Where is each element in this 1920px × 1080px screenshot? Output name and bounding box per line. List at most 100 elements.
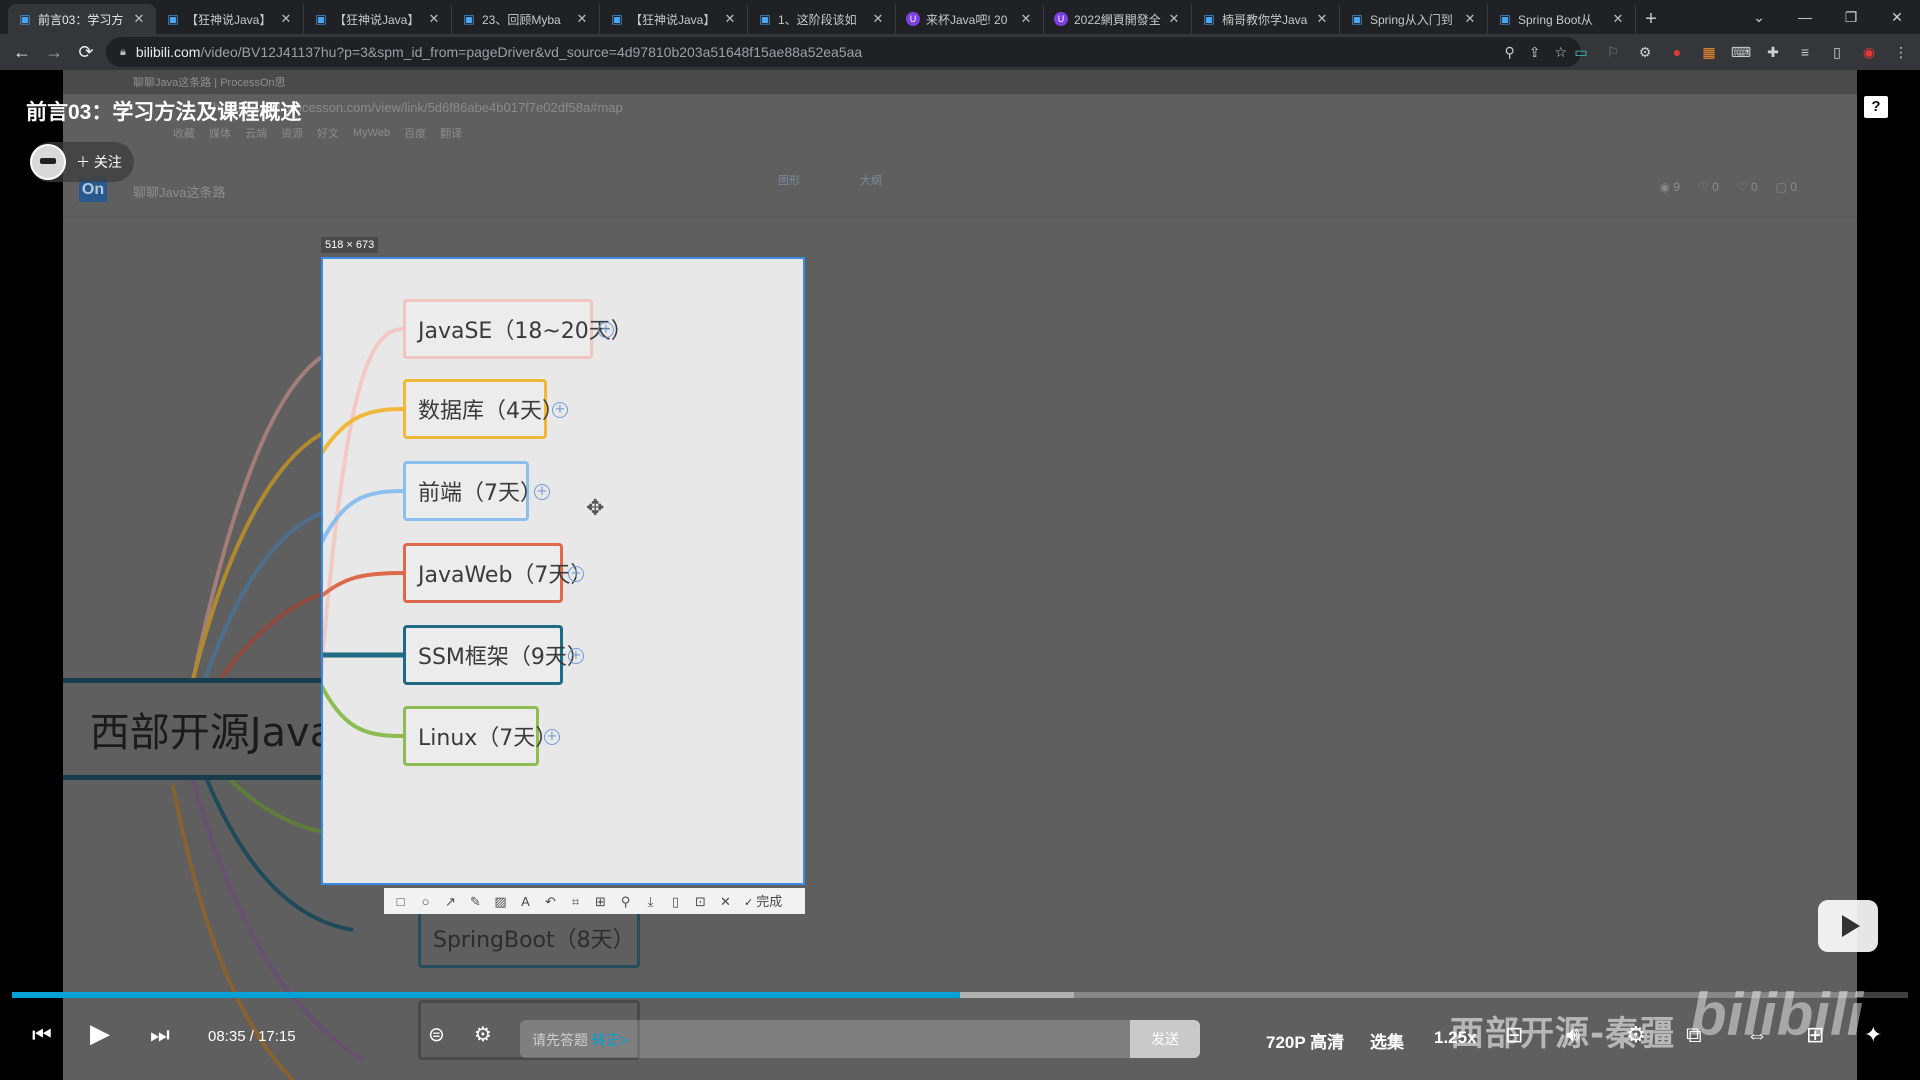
browser-tab[interactable]: ▣ Spring Boot从 ✕ <box>1488 4 1636 34</box>
rect-tool-icon[interactable]: □ <box>390 891 411 912</box>
undo-icon[interactable]: ↶ <box>540 891 561 912</box>
tab-close-icon[interactable]: ✕ <box>132 11 146 27</box>
browser-tab[interactable]: ▣ 【狂神说Java】 ✕ <box>600 4 748 34</box>
tab-title: 前言03：学习方 <box>38 12 124 27</box>
browser-tab[interactable]: ▣ 楠哥教你学Java ✕ <box>1192 4 1340 34</box>
playlist-icon[interactable]: ≡ <box>1794 41 1816 63</box>
tab-close-icon[interactable]: ✕ <box>1019 11 1033 27</box>
text-tool-icon[interactable]: A <box>515 891 536 912</box>
danmaku-input[interactable]: 请先答题 转正> 发送 <box>520 1020 1200 1058</box>
avatar[interactable] <box>30 144 66 180</box>
tab-close-icon[interactable]: ✕ <box>279 11 293 27</box>
video-player[interactable]: 聊聊Java这条路 | ProcessOn思 https://www.proce… <box>0 70 1920 1080</box>
mosaic-tool-icon[interactable]: ▨ <box>490 891 511 912</box>
red-extension-icon[interactable]: ● <box>1666 41 1688 63</box>
tab-close-icon[interactable]: ✕ <box>1463 11 1477 27</box>
browser-tab[interactable]: ▣ 前言03：学习方 ✕ <box>8 4 156 34</box>
mindmap-node[interactable]: JavaSE（18~20天） + <box>403 299 633 359</box>
mindmap-node[interactable]: SSM框架（9天） + <box>403 625 589 685</box>
browser-tab[interactable]: U 2022網頁開發全 ✕ <box>1044 4 1192 34</box>
minimize-button[interactable]: — <box>1782 0 1828 34</box>
tab-close-icon[interactable]: ✕ <box>723 11 737 27</box>
new-tab-button[interactable]: + <box>1636 4 1666 34</box>
arrow-tool-icon[interactable]: ↗ <box>440 891 461 912</box>
cancel-icon[interactable]: ✕ <box>715 891 736 912</box>
menu-icon[interactable]: ⋮ <box>1890 41 1912 63</box>
mindmap-node[interactable]: Linux（7天） + <box>403 706 560 766</box>
help-icon[interactable]: ? <box>1864 96 1888 118</box>
profile-avatar-icon[interactable]: ◉ <box>1858 41 1880 63</box>
grid-extension-icon[interactable]: ▦ <box>1698 41 1720 63</box>
tab-close-icon[interactable]: ✕ <box>575 11 589 27</box>
uploader-chip[interactable]: ＋ 关注 <box>30 142 134 182</box>
expand-node-icon[interactable]: + <box>552 402 568 418</box>
next-icon[interactable]: ⏭ <box>150 1022 170 1048</box>
cast-icon[interactable]: ▭ <box>1570 41 1592 63</box>
ellipse-tool-icon[interactable]: ○ <box>415 891 436 912</box>
tab-close-icon[interactable]: ✕ <box>1167 11 1181 27</box>
back-button[interactable]: ← <box>6 36 38 68</box>
expand-node-icon[interactable]: + <box>568 648 584 664</box>
sidepanel-icon[interactable]: ▯ <box>1826 41 1848 63</box>
time-display: 08:35 / 17:15 <box>208 1028 296 1045</box>
puzzle-icon[interactable]: ✚ <box>1762 41 1784 63</box>
progress-bar[interactable] <box>12 992 1908 998</box>
mindmap-node[interactable]: JavaWeb（7天） + <box>403 543 592 603</box>
browser-tab[interactable]: ▣ 23、回顾Myba ✕ <box>452 4 600 34</box>
danmaku-link[interactable]: 转正> <box>592 1032 628 1048</box>
browser-tab[interactable]: ▣ Spring从入门到 ✕ <box>1340 4 1488 34</box>
tab-close-icon[interactable]: ✕ <box>427 11 441 27</box>
ocr-tool-icon[interactable]: ⊞ <box>590 891 611 912</box>
restore-button[interactable]: ❐ <box>1828 0 1874 34</box>
danmaku-toggle-icon[interactable]: ⊜ <box>428 1022 445 1047</box>
share-icon[interactable]: ⇪ <box>1529 44 1541 61</box>
speed-button[interactable]: 1.25x <box>1434 1028 1477 1048</box>
crop-tool-icon[interactable]: ⌗ <box>565 891 586 912</box>
subtitle-icon[interactable]: ⊟ <box>1505 1022 1523 1048</box>
quality-button[interactable]: 720P 高清 <box>1266 1028 1344 1053</box>
browser-tab[interactable]: U 来杯Java吧! 20 ✕ <box>896 4 1044 34</box>
expand-node-icon[interactable]: + <box>598 322 614 338</box>
expand-node-icon[interactable]: + <box>534 484 550 500</box>
mini-player-icon[interactable] <box>1818 900 1878 952</box>
tab-search-icon[interactable]: ⌄ <box>1736 0 1782 34</box>
browser-tab[interactable]: ▣ 【狂神说Java】 ✕ <box>156 4 304 34</box>
volume-icon[interactable]: 🔊︎ <box>1566 1022 1580 1048</box>
follow-button[interactable]: ＋ 关注 <box>76 152 122 172</box>
tab-close-icon[interactable]: ✕ <box>1611 11 1625 27</box>
bookmark-star-icon[interactable]: ☆ <box>1554 44 1567 61</box>
reload-button[interactable]: ⟳ <box>70 36 102 68</box>
danmaku-settings-icon[interactable]: ⚙ <box>474 1022 492 1047</box>
fullscreen-icon[interactable]: ✦ <box>1864 1022 1882 1048</box>
picture-in-picture-icon[interactable]: ⧉ <box>1686 1022 1702 1048</box>
expand-node-icon[interactable]: + <box>544 729 560 745</box>
send-button[interactable]: 发送 <box>1130 1020 1200 1058</box>
address-bar[interactable]: 🔒︎ bilibili.com /video/BV12J41137hu?p=3&… <box>106 37 1581 67</box>
close-window-button[interactable]: ✕ <box>1874 0 1920 34</box>
pen-tool-icon[interactable]: ✎ <box>465 891 486 912</box>
extension-icon[interactable]: ⚐ <box>1602 41 1624 63</box>
browser-tab[interactable]: ▣ 1、这阶段该如 ✕ <box>748 4 896 34</box>
pin-tool-icon[interactable]: ⚲ <box>615 891 636 912</box>
play-icon[interactable]: ▶ <box>90 1018 110 1049</box>
tab-close-icon[interactable]: ✕ <box>871 11 885 27</box>
episodes-button[interactable]: 选集 <box>1370 1028 1404 1053</box>
keyboard-extension-icon[interactable]: ⌨ <box>1730 41 1752 63</box>
download-icon[interactable]: ⤓ <box>640 891 661 912</box>
expand-node-icon[interactable]: + <box>568 566 584 582</box>
copy-icon[interactable]: ▯ <box>665 891 686 912</box>
previous-icon[interactable]: ⏮ <box>32 1022 52 1048</box>
screenshot-selection[interactable]: JavaSE（18~20天） + 数据库（4天） + 前端（7天） + JavaWeb（7天… <box>321 257 805 885</box>
bookmark-icon[interactable]: ⊡ <box>690 891 711 912</box>
tab-close-icon[interactable]: ✕ <box>1315 11 1329 27</box>
forward-button[interactable]: → <box>38 36 70 68</box>
settings-icon[interactable]: ⚙ <box>1626 1022 1646 1048</box>
widescreen-icon[interactable]: ⇔ <box>1746 1022 1768 1048</box>
done-button[interactable]: ✓ 完成 <box>740 891 786 912</box>
mindmap-node[interactable]: 前端（7天） + <box>403 461 550 521</box>
browser-tab[interactable]: ▣ 【狂神说Java】 ✕ <box>304 4 452 34</box>
mindmap-node[interactable]: 数据库（4天） + <box>403 379 568 439</box>
settings-extension-icon[interactable]: ⚙ <box>1634 41 1656 63</box>
web-fullscreen-icon[interactable]: ⊞ <box>1806 1022 1824 1048</box>
zoom-icon[interactable]: ⚲ <box>1504 44 1514 61</box>
